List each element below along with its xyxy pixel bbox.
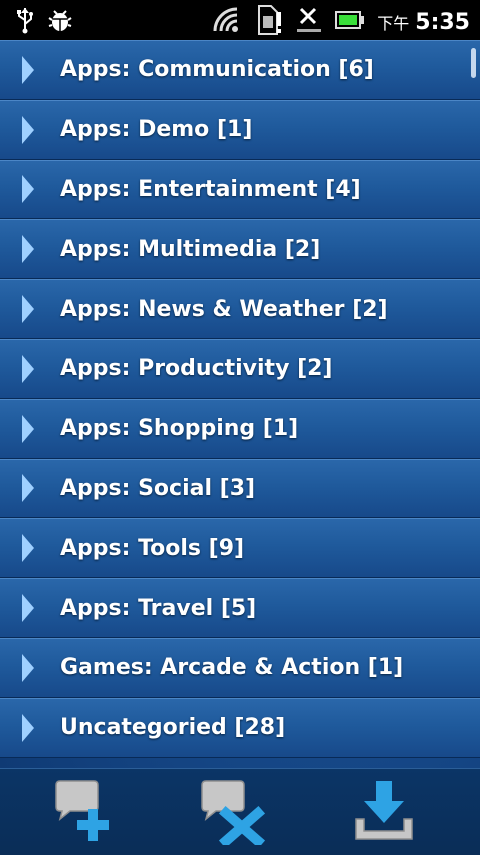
list-item-label: Apps: Travel [5] xyxy=(60,595,257,621)
list-item-label: Apps: Social [3] xyxy=(60,475,256,501)
list-item-label: Uncategoried [28] xyxy=(60,715,286,741)
list-item[interactable]: Apps: News & Weather [2] xyxy=(0,279,480,339)
list-item[interactable]: Apps: Demo [1] xyxy=(0,99,480,160)
list-item[interactable]: Apps: Productivity [2] xyxy=(0,338,480,399)
bottom-toolbar xyxy=(0,768,480,855)
chevron-right-icon xyxy=(22,55,34,84)
scroll-thumb[interactable] xyxy=(471,48,476,78)
status-right: 下午 5:35 xyxy=(211,4,470,40)
chevron-right-icon xyxy=(22,534,34,563)
remove-comment-button[interactable] xyxy=(196,779,266,849)
list-item[interactable]: Apps: Multimedia [2] xyxy=(0,219,480,280)
chevron-right-icon xyxy=(22,115,34,144)
category-list[interactable]: Apps: Communication [6] Apps: Demo [1] A… xyxy=(0,40,480,768)
list-item[interactable]: Apps: Entertainment [4] xyxy=(0,159,480,220)
chevron-right-icon xyxy=(22,713,34,742)
add-comment-icon xyxy=(55,780,109,841)
list-item[interactable]: Apps: Tools [9] xyxy=(0,518,480,579)
scrollbar[interactable] xyxy=(471,48,476,776)
download-button[interactable] xyxy=(350,779,420,845)
status-ampm: 下午 xyxy=(377,14,410,33)
chevron-right-icon xyxy=(22,414,34,443)
list-item-label: Apps: Entertainment [4] xyxy=(60,176,361,202)
list-item[interactable]: Games: Arcade & Action [1] xyxy=(0,637,480,698)
list-item-label: Games: Arcade & Action [1] xyxy=(60,655,404,681)
usb-icon xyxy=(14,6,36,38)
chevron-right-icon xyxy=(22,235,34,264)
status-time: 5:35 xyxy=(415,9,470,35)
list-item[interactable]: Apps: Shopping [1] xyxy=(0,398,480,459)
chevron-right-icon xyxy=(22,175,34,204)
list-item[interactable]: Apps: Travel [5] xyxy=(0,578,480,638)
sim-alert-icon xyxy=(255,4,283,40)
list-item[interactable]: Apps: Communication [6] xyxy=(0,40,480,100)
list-item[interactable]: Uncategoried [28] xyxy=(0,697,480,758)
list-item-label: Apps: Communication [6] xyxy=(60,57,374,83)
list-item-label: Apps: Multimedia [2] xyxy=(60,236,321,262)
chevron-right-icon xyxy=(22,354,34,383)
download-icon xyxy=(355,781,413,840)
battery-icon xyxy=(335,10,365,34)
chevron-right-icon xyxy=(22,594,34,623)
status-left xyxy=(14,6,74,38)
debug-icon xyxy=(46,6,74,38)
list-item-label: Apps: Shopping [1] xyxy=(60,416,299,442)
add-comment-button[interactable] xyxy=(50,779,120,845)
wifi-icon xyxy=(211,5,243,39)
status-bar: 下午 5:35 xyxy=(0,0,480,40)
list-item-label: Apps: Tools [9] xyxy=(60,535,245,561)
list-item-label: Apps: Productivity [2] xyxy=(60,356,333,382)
list-item-label: Apps: Demo [1] xyxy=(60,117,253,143)
remove-comment-icon xyxy=(201,780,266,849)
chevron-right-icon xyxy=(22,653,34,682)
list-item[interactable]: Apps: Social [3] xyxy=(0,458,480,519)
chevron-right-icon xyxy=(22,295,34,324)
chevron-right-icon xyxy=(22,474,34,503)
no-signal-icon xyxy=(295,5,323,39)
list-item-label: Apps: News & Weather [2] xyxy=(60,296,388,322)
